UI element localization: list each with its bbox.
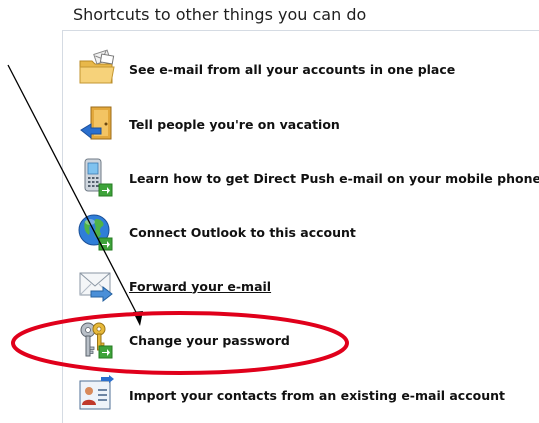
keys-icon [77, 319, 121, 361]
shortcut-connect-outlook[interactable]: Connect Outlook to this account [77, 211, 356, 253]
shortcut-import-contacts[interactable]: Import your contacts from an existing e-… [77, 374, 505, 416]
shortcut-label: Import your contacts from an existing e-… [129, 387, 505, 403]
shortcut-direct-push[interactable]: Learn how to get Direct Push e-mail on y… [77, 157, 539, 199]
shortcut-see-all-email[interactable]: See e-mail from all your accounts in one… [77, 48, 455, 90]
door-arrow-icon [77, 103, 121, 145]
shortcut-label: Change your password [129, 332, 290, 348]
folder-with-mail-icon [77, 48, 121, 90]
contact-card-import-icon [77, 374, 121, 416]
shortcut-label: Learn how to get Direct Push e-mail on y… [129, 170, 539, 186]
shortcuts-section-title: Shortcuts to other things you can do [73, 5, 367, 24]
shortcut-label: Connect Outlook to this account [129, 224, 356, 240]
shortcut-label: See e-mail from all your accounts in one… [129, 61, 456, 77]
shortcut-label: Tell people you're on vacation [129, 116, 340, 132]
shortcut-forward-email[interactable]: Forward your e-mail [77, 265, 271, 307]
globe-icon [77, 211, 121, 253]
shortcuts-page: Shortcuts to other things you can do See… [0, 0, 539, 423]
shortcut-change-password[interactable]: Change your password [77, 319, 290, 361]
shortcut-label: Forward your e-mail [129, 278, 272, 294]
shortcut-vacation[interactable]: Tell people you're on vacation [77, 103, 340, 145]
mobile-phone-icon [77, 157, 121, 199]
envelope-forward-icon [77, 265, 121, 307]
